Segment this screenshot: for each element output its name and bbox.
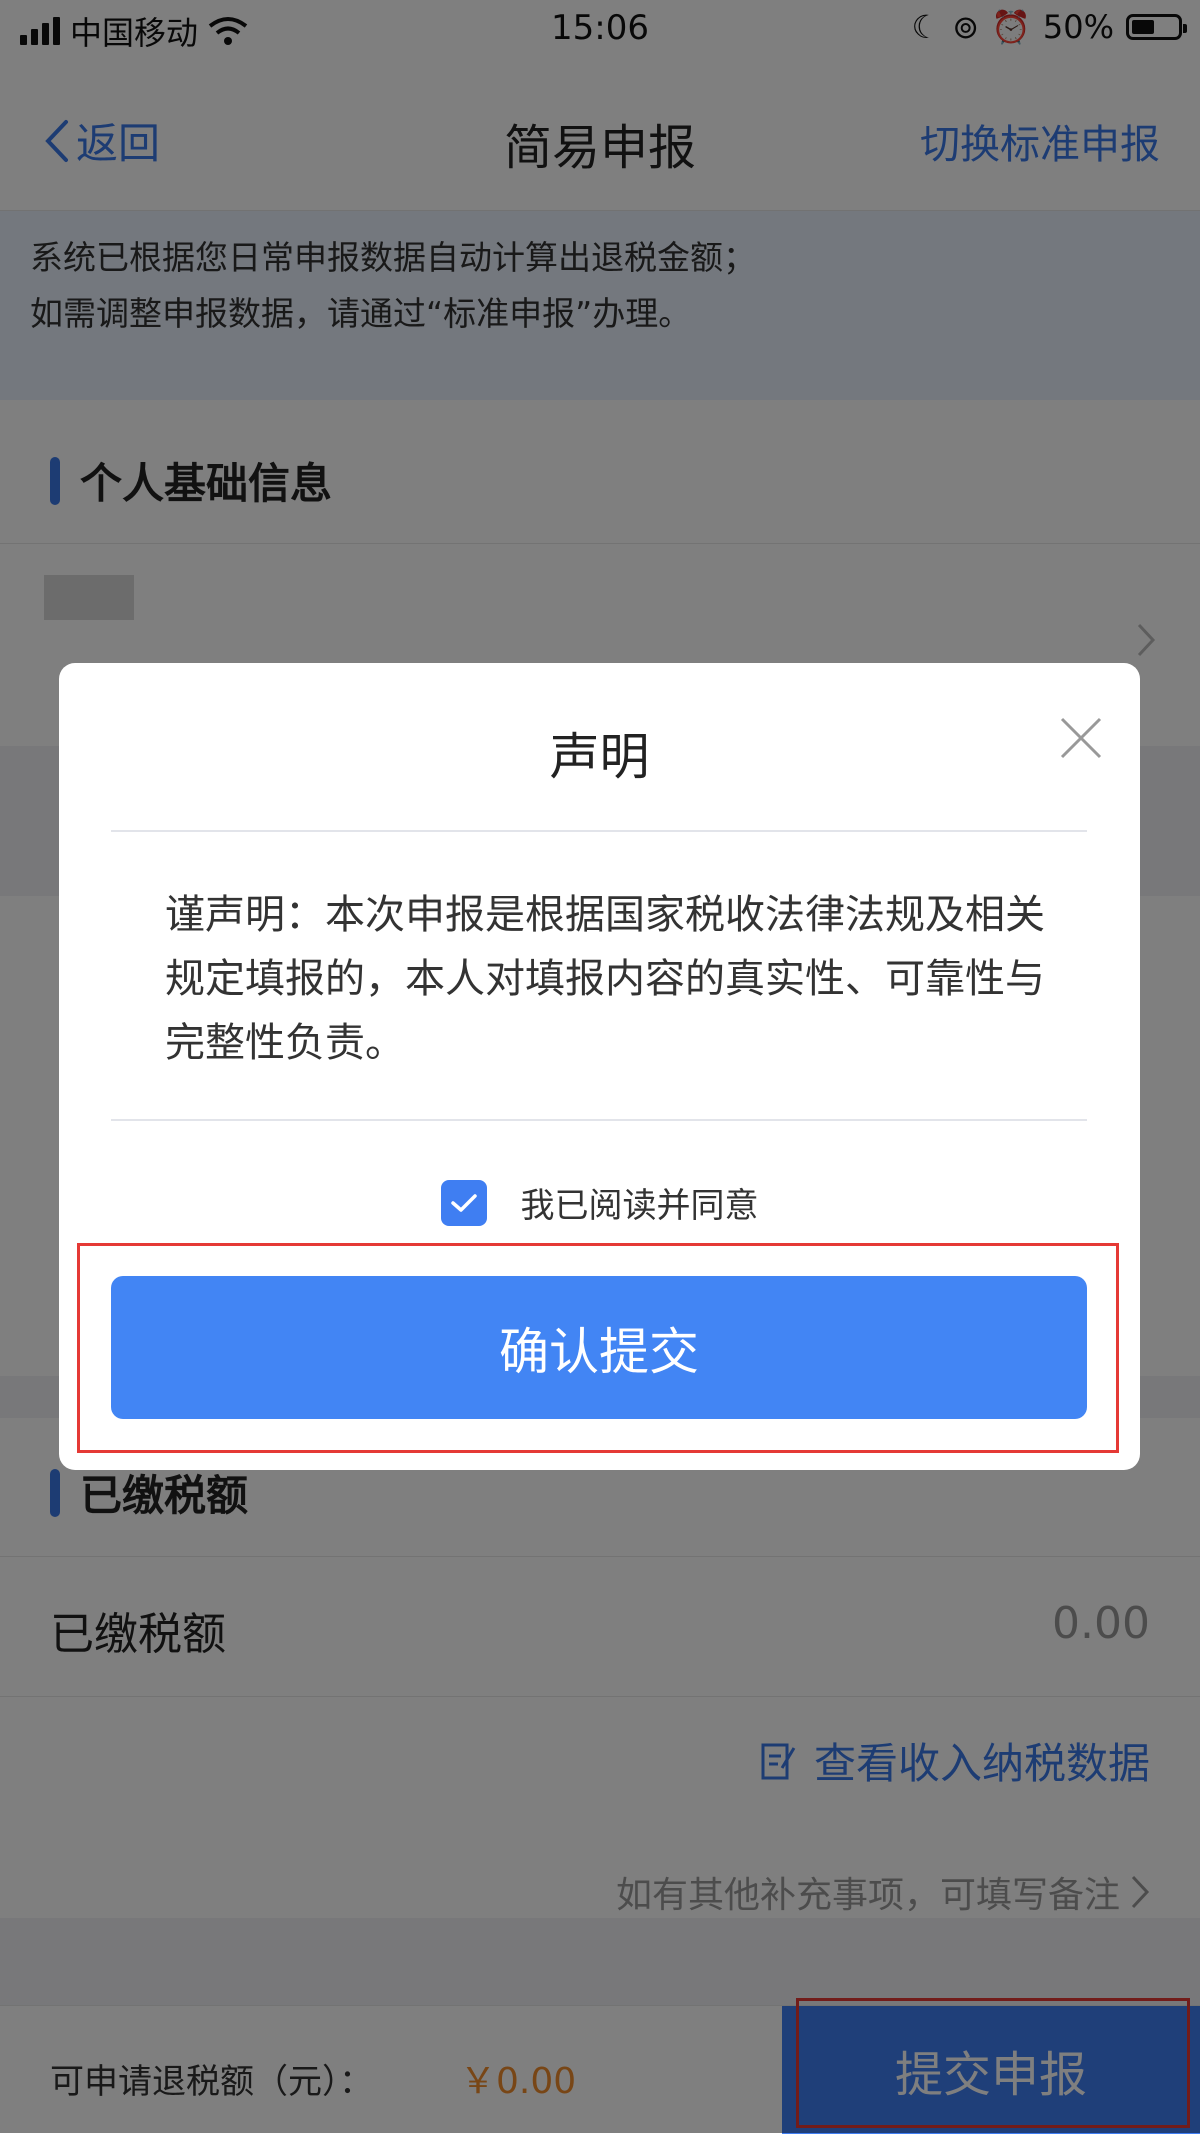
agree-label: 我已阅读并同意	[520, 1186, 759, 1226]
confirm-submit-button[interactable]: 确认提交	[111, 1276, 1087, 1419]
declaration-text: 谨声明：本次申报是根据国家税收法律法规及相关规定填报的，本人对填报内容的真实性、…	[165, 892, 1045, 1066]
check-icon	[450, 1193, 477, 1212]
dialog-divider-top	[111, 830, 1087, 832]
close-icon[interactable]	[1058, 715, 1104, 761]
agree-row[interactable]: 我已阅读并同意	[59, 1178, 1140, 1227]
declaration-dialog: 声明 谨声明：本次申报是根据国家税收法律法规及相关规定填报的，本人对填报内容的真…	[59, 663, 1140, 1470]
dialog-title: 声明	[549, 728, 650, 786]
dialog-divider-bottom	[111, 1119, 1087, 1121]
agree-checkbox[interactable]	[440, 1179, 487, 1226]
